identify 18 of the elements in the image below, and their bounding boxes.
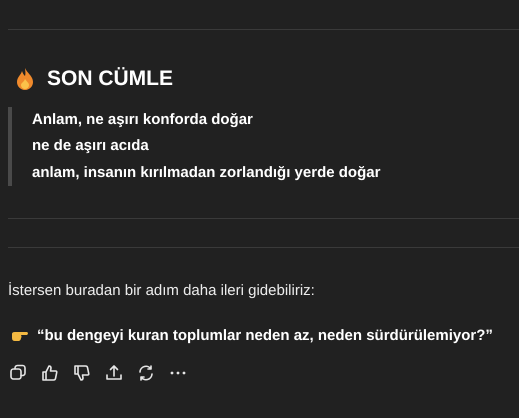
section-heading: SON CÜMLE xyxy=(47,66,173,92)
thumbs-down-button[interactable] xyxy=(72,363,92,383)
thumbs-up-icon xyxy=(40,363,60,383)
copy-button[interactable] xyxy=(8,363,28,383)
quote-line: ne de aşırı acıda xyxy=(32,136,150,156)
share-icon xyxy=(104,363,124,383)
thumbs-up-button[interactable] xyxy=(40,363,60,383)
flame-icon xyxy=(15,66,35,91)
quote-line: anlam, insanın kırılmadan zorlandığı yerde doğar xyxy=(32,162,382,182)
thumbs-down-icon xyxy=(72,363,92,383)
more-icon xyxy=(170,371,186,375)
copy-icon xyxy=(8,363,28,383)
suggestion-text: “bu dengeyi kuran toplumlar neden az, neden sürdürülemiyor?” xyxy=(37,326,493,346)
paragraph: İstersen buradan bir adım daha ileri gidebiliriz: xyxy=(8,281,316,301)
share-button[interactable] xyxy=(104,363,124,383)
quote-line: Anlam, ne aşırı konforda doğar xyxy=(32,110,254,130)
refresh-icon xyxy=(136,363,156,383)
refresh-button[interactable] xyxy=(136,363,156,383)
